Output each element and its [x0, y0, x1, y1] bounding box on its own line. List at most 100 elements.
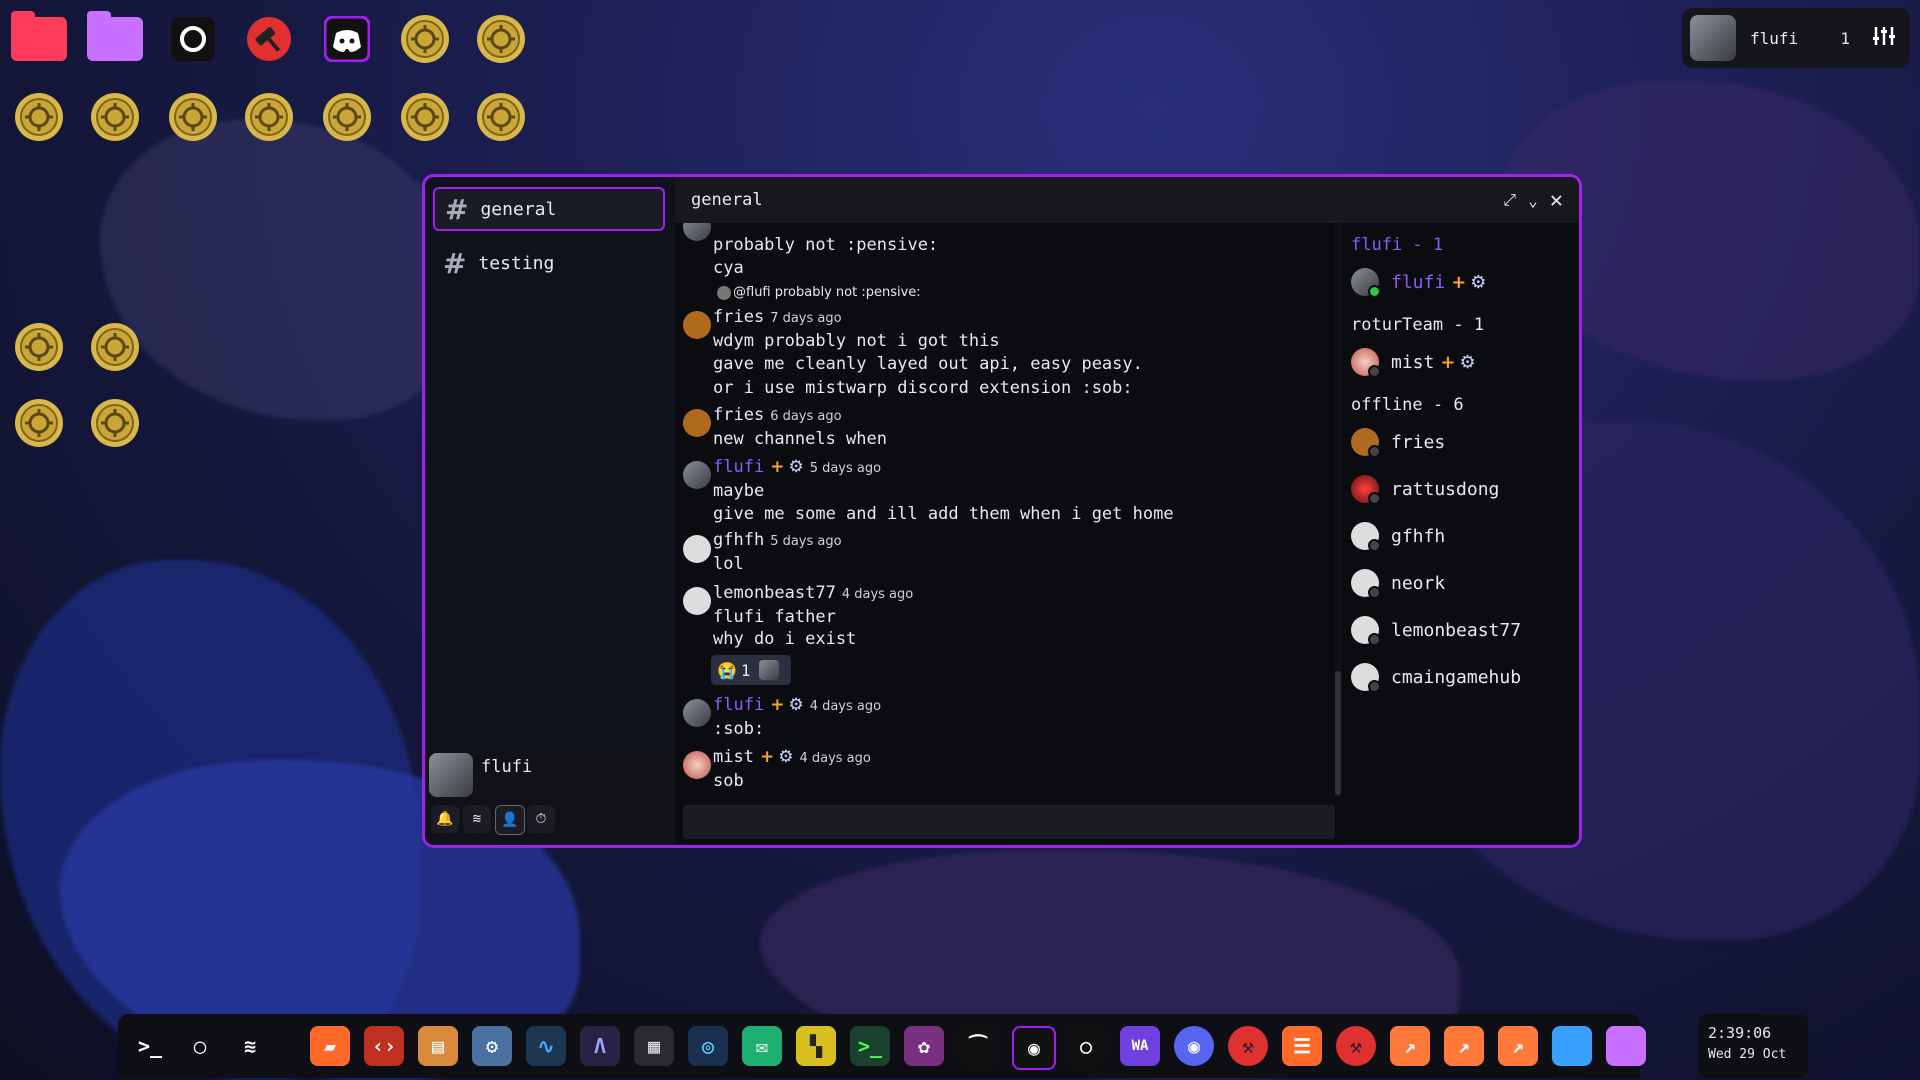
member-name: neork: [1391, 572, 1446, 594]
sliders-icon[interactable]: [1872, 25, 1896, 51]
member-item[interactable]: gfhfh: [1351, 521, 1445, 552]
reaction-chip[interactable]: 😭 1: [711, 655, 791, 685]
notification-count[interactable]: 1: [1840, 29, 1850, 48]
user-avatar[interactable]: [1690, 15, 1736, 61]
avatar[interactable]: [683, 535, 711, 563]
member-item[interactable]: rattusdong: [1351, 474, 1499, 505]
member-item[interactable]: lemonbeast77: [1351, 615, 1521, 646]
timer-icon[interactable]: ⏱: [527, 805, 555, 833]
gear-app-icon[interactable]: [86, 394, 144, 452]
expand-icon[interactable]: ⤢: [1503, 190, 1516, 210]
avatar: [1351, 616, 1381, 646]
timestamp: 4 days ago: [809, 699, 882, 714]
folder-link-icon[interactable]: ↗: [1390, 1026, 1430, 1066]
message-line: wdym probably not i got this: [713, 331, 1000, 351]
console-app-icon[interactable]: >_: [850, 1026, 890, 1066]
channel-general[interactable]: # general: [433, 187, 665, 231]
avatar[interactable]: [683, 461, 711, 489]
message-line: cya: [713, 258, 744, 278]
calculator-icon[interactable]: ▦: [634, 1026, 674, 1066]
bell-icon[interactable]: 🔔: [431, 805, 459, 833]
desktop-folder-red[interactable]: [10, 10, 68, 68]
avatar: [1351, 348, 1381, 378]
avatar[interactable]: [683, 751, 711, 779]
ring-app-icon[interactable]: ○: [1066, 1026, 1106, 1066]
files-app-icon[interactable]: ▰: [310, 1026, 350, 1066]
folder-purple-icon[interactable]: [1606, 1026, 1646, 1066]
graph-app-icon[interactable]: Λ: [580, 1026, 620, 1066]
member-item[interactable]: fries: [1351, 427, 1445, 458]
member-item[interactable]: flufi + ⚙: [1351, 267, 1486, 298]
scrollbar-thumb[interactable]: [1335, 671, 1341, 795]
discord-app-icon[interactable]: ◉: [1012, 1026, 1056, 1070]
crying-emoji-icon: 😭: [717, 660, 737, 680]
gear-app-icon[interactable]: [472, 88, 530, 146]
wa-app-icon[interactable]: WA: [1120, 1026, 1160, 1066]
avatar[interactable]: [683, 409, 711, 437]
folder-link-icon[interactable]: ↗: [1444, 1026, 1484, 1066]
gear-app-icon[interactable]: [86, 88, 144, 146]
hammer-app-icon[interactable]: ⚒: [1336, 1026, 1376, 1066]
swoosh-app-icon[interactable]: ⁀: [958, 1026, 998, 1066]
chat-bubble-icon[interactable]: ◯: [180, 1026, 220, 1066]
flower-app-icon[interactable]: ✿: [904, 1026, 944, 1066]
author[interactable]: flufi: [713, 695, 764, 715]
gear-app-icon[interactable]: [86, 318, 144, 376]
member-item[interactable]: neork: [1351, 568, 1446, 599]
author[interactable]: flufi: [713, 457, 764, 477]
grid-app-icon[interactable]: ▚: [796, 1026, 836, 1066]
terminal-icon[interactable]: >_: [130, 1026, 170, 1066]
list-folder-icon[interactable]: ☰: [1282, 1026, 1322, 1066]
folder-blue-icon[interactable]: [1552, 1026, 1592, 1066]
author[interactable]: gfhfh: [713, 530, 764, 550]
profile-icon[interactable]: 👤: [495, 805, 525, 835]
broadcast-icon[interactable]: ◎: [688, 1026, 728, 1066]
desktop-folder-purple[interactable]: [86, 10, 144, 68]
avatar[interactable]: [683, 699, 711, 727]
gear-app-icon[interactable]: [396, 10, 454, 68]
clock[interactable]: 2:39:06 Wed 29 Oct: [1698, 1014, 1808, 1078]
author[interactable]: fries: [713, 405, 764, 425]
discord-app-icon[interactable]: [318, 10, 376, 68]
channel-testing[interactable]: # testing: [433, 241, 665, 285]
author[interactable]: mist: [713, 747, 754, 767]
reactor-avatar: [758, 660, 779, 680]
message-input[interactable]: [683, 805, 1335, 839]
close-icon[interactable]: ✕: [1550, 188, 1563, 213]
contacts-app-icon[interactable]: ▤: [418, 1026, 458, 1066]
gear-app-icon[interactable]: [10, 318, 68, 376]
gear-app-icon[interactable]: [318, 88, 376, 146]
dock: >_ ◯ ≋ ▰ ‹› ▤ ⚙ ∿ Λ ▦ ◎ ✉ ▚ >_ ✿ ⁀ ◉ ○ W…: [118, 1014, 1646, 1078]
member-item[interactable]: mist + ⚙: [1351, 347, 1476, 378]
user-avatar[interactable]: [429, 753, 473, 797]
avatar[interactable]: [683, 223, 711, 241]
member-item[interactable]: cmaingamehub: [1351, 662, 1522, 693]
member-name: cmaingamehub: [1391, 666, 1522, 688]
author[interactable]: lemonbeast77: [713, 583, 836, 603]
folder-link-icon[interactable]: ↗: [1498, 1026, 1538, 1066]
avatar[interactable]: [683, 311, 711, 339]
gear-app-icon[interactable]: [10, 394, 68, 452]
avatar: [1351, 268, 1381, 298]
author[interactable]: fries: [713, 307, 764, 327]
chevron-down-icon[interactable]: ⌄: [1528, 191, 1538, 210]
layers-icon[interactable]: ≋: [463, 805, 491, 833]
hammer-app-icon[interactable]: ⚒: [1228, 1026, 1268, 1066]
reply-preview[interactable]: @flufi probably not :pensive:: [733, 285, 921, 300]
avatar: [1351, 428, 1381, 458]
gear-app-icon[interactable]: [164, 88, 222, 146]
settings-app-icon[interactable]: ⚙: [472, 1026, 512, 1066]
mail-icon[interactable]: ✉: [742, 1026, 782, 1066]
discord-icon[interactable]: ◉: [1174, 1026, 1214, 1066]
gear-app-icon[interactable]: [10, 88, 68, 146]
gear-app-icon[interactable]: [396, 88, 454, 146]
member-group-header: roturTeam - 1: [1351, 315, 1485, 335]
avatar[interactable]: [683, 587, 711, 615]
gear-app-icon[interactable]: [472, 10, 530, 68]
layers-icon[interactable]: ≋: [230, 1026, 270, 1066]
hammer-app-icon[interactable]: [240, 10, 298, 68]
ring-app-icon[interactable]: [164, 10, 222, 68]
code-editor-icon[interactable]: ‹›: [364, 1026, 404, 1066]
activity-monitor-icon[interactable]: ∿: [526, 1026, 566, 1066]
gear-app-icon[interactable]: [240, 88, 298, 146]
